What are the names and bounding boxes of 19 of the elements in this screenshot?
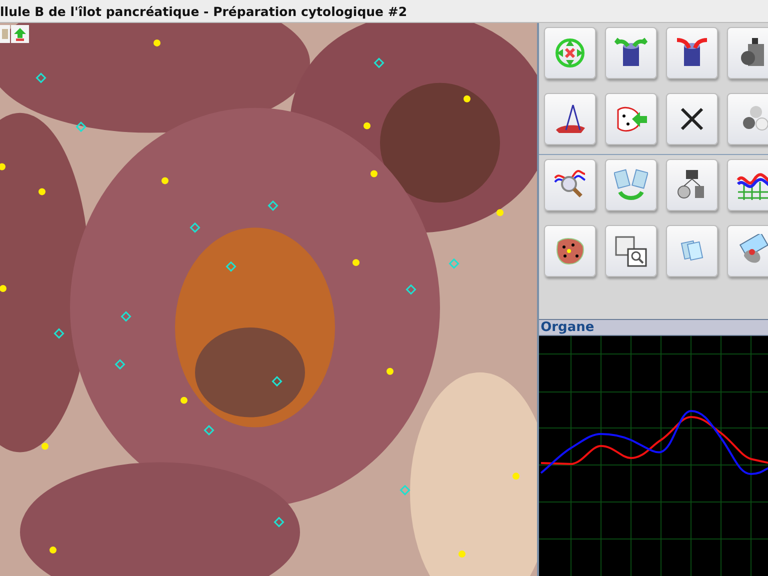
close-button[interactable] <box>666 93 718 145</box>
up-arrow-icon <box>13 27 27 41</box>
window-title: llule B de l'îlot pancréatique - Préparation cytologique #2 <box>0 4 408 18</box>
tool-button[interactable] <box>604 225 657 277</box>
tool-button[interactable] <box>666 159 718 211</box>
zoom-window-icon <box>614 234 648 268</box>
tool-button[interactable] <box>726 225 768 277</box>
tool-button[interactable] <box>604 93 657 145</box>
tool-button[interactable] <box>666 27 718 79</box>
target-arrows-icon <box>552 36 587 70</box>
upload-button[interactable] <box>11 25 29 43</box>
tool-button[interactable] <box>726 27 768 79</box>
tool-button[interactable] <box>544 93 596 145</box>
tool-button[interactable] <box>544 159 596 211</box>
tool-button[interactable] <box>726 93 768 145</box>
panel-title: Organe <box>540 320 594 335</box>
clipboards-swap-icon <box>614 168 648 202</box>
tool-button[interactable] <box>726 159 768 211</box>
tool-button[interactable] <box>604 27 657 79</box>
